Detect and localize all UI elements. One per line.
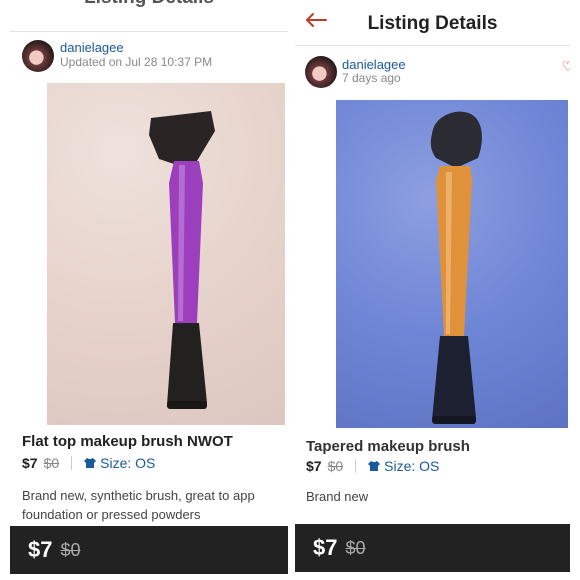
tapered-brush-image [430, 111, 482, 424]
footer-price: $7 [28, 537, 53, 562]
divider [71, 456, 73, 470]
size-link[interactable]: Size: OS [84, 455, 155, 471]
header: Listing Details [10, 0, 288, 32]
price: $7 [306, 458, 322, 474]
page-title: Listing Details [10, 0, 288, 9]
item-title: Tapered makeup brush [306, 438, 470, 455]
listing-photo[interactable] [47, 83, 285, 425]
item-title: Flat top makeup brush NWOT [22, 433, 233, 450]
shirt-icon [84, 458, 97, 468]
description-line-1: Brand new, synthetic brush, great to app [22, 488, 255, 503]
size-label: Size: OS [384, 458, 440, 474]
flat-top-brush-image [149, 111, 215, 409]
seller-row[interactable]: danielagee Updated on Jul 28 10:37 PM [10, 34, 288, 82]
seller-username[interactable]: danielagee [60, 40, 124, 55]
listing-photo[interactable] [336, 100, 568, 428]
footer-original-price: $0 [345, 537, 366, 558]
original-price: $0 [327, 458, 344, 474]
description: Brand new, synthetic brush, great to app… [22, 486, 288, 524]
seller-row[interactable]: danielagee 7 days ago ♡ [295, 52, 570, 100]
original-price: $0 [43, 455, 60, 471]
buy-footer[interactable]: $7 $0 [10, 526, 288, 574]
updated-timestamp: Updated on Jul 28 10:37 PM [60, 55, 213, 69]
page-title: Listing Details [367, 13, 498, 34]
divider [355, 459, 357, 473]
avatar[interactable] [305, 56, 337, 88]
buy-footer[interactable]: $7 $0 [295, 524, 570, 572]
description-line-2: foundation or pressed powders [22, 507, 201, 522]
size-link[interactable]: Size: OS [368, 458, 439, 474]
heart-icon[interactable]: ♡ [561, 58, 570, 75]
footer-price: $7 [313, 535, 338, 560]
listing-panel-left: Listing Details danielagee Updated on Ju… [10, 0, 288, 580]
updated-timestamp: 7 days ago [342, 71, 401, 85]
avatar[interactable] [22, 40, 54, 72]
listing-panel-right: Listing Details danielagee 7 days ago ♡ … [295, 0, 570, 580]
description: Brand new [306, 489, 369, 504]
seller-username[interactable]: danielagee [342, 57, 406, 72]
price-row: $7 $0 Size: OS [306, 458, 439, 474]
size-label: Size: OS [100, 455, 156, 471]
shirt-icon [368, 461, 381, 471]
price: $7 [22, 455, 38, 471]
price-row: $7 $0 Size: OS [22, 455, 155, 471]
footer-original-price: $0 [60, 539, 81, 560]
header: Listing Details [295, 0, 570, 46]
